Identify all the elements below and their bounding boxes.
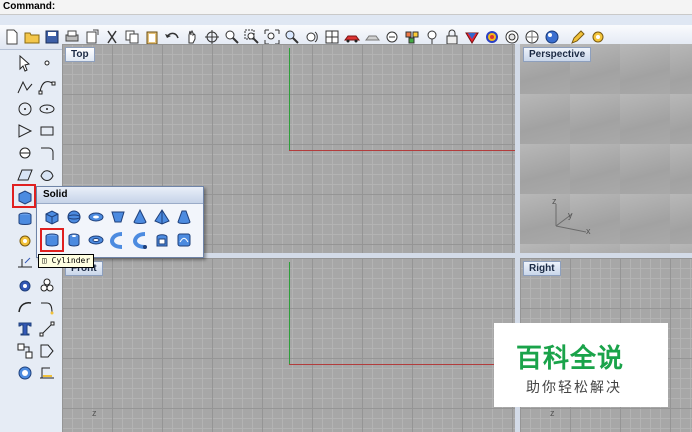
zoom-selected-icon[interactable]	[284, 29, 300, 45]
dimension-icon[interactable]	[16, 254, 34, 272]
watermark-title: 百科全说	[516, 344, 625, 374]
properties-icon[interactable]	[424, 29, 440, 45]
layout-icon[interactable]	[16, 342, 34, 360]
tooltip-cylinder-glyph: ◫	[42, 256, 52, 265]
pencil-icon[interactable]	[570, 29, 586, 45]
light-icon[interactable]	[524, 29, 540, 45]
torus-icon[interactable]	[87, 231, 105, 249]
polygon-icon[interactable]	[16, 144, 34, 162]
axis-label-x: x	[586, 226, 591, 236]
axis-label-z: z	[552, 196, 557, 206]
paraboloid-icon[interactable]	[109, 208, 127, 226]
render-tool-icon[interactable]	[16, 364, 34, 382]
grid-icon[interactable]	[324, 29, 340, 45]
ellipsoid-icon[interactable]	[87, 208, 105, 226]
curve-icon[interactable]	[38, 78, 56, 96]
sphere-icon[interactable]	[65, 208, 83, 226]
text-icon[interactable]	[16, 320, 34, 338]
shade-icon[interactable]	[464, 29, 480, 45]
cylinder-tool-icon[interactable]	[16, 210, 34, 228]
axis-label-z-front: z	[92, 408, 97, 418]
point-icon[interactable]	[38, 54, 56, 72]
rectangle-icon[interactable]	[38, 122, 56, 140]
paste-icon[interactable]	[144, 29, 160, 45]
analyze-icon[interactable]	[38, 342, 56, 360]
truncated-cone-icon[interactable]	[175, 208, 193, 226]
viewport-title-top[interactable]: Top	[65, 47, 95, 62]
watermark: 百科全说 助你轻松解决	[494, 323, 668, 407]
print-icon[interactable]	[64, 29, 80, 45]
undo-icon[interactable]	[164, 29, 180, 45]
slab-icon[interactable]	[175, 231, 193, 249]
rotate-icon[interactable]	[204, 29, 220, 45]
drafting-icon[interactable]	[38, 364, 56, 382]
boolean-icon[interactable]	[16, 276, 34, 294]
toolbar-gap	[0, 15, 692, 25]
axis-label-y: y	[568, 210, 573, 220]
pipe-icon[interactable]	[109, 231, 127, 249]
render-icon[interactable]	[484, 29, 500, 45]
cone-icon[interactable]	[131, 208, 149, 226]
zoom-icon[interactable]	[224, 29, 240, 45]
zoom-window-icon[interactable]	[244, 29, 260, 45]
extrude-icon[interactable]	[153, 231, 171, 249]
layers-icon[interactable]	[404, 29, 420, 45]
fillet-icon[interactable]	[38, 144, 56, 162]
copy-icon[interactable]	[124, 29, 140, 45]
loft-icon[interactable]	[16, 298, 34, 316]
command-prompt: Command:	[3, 1, 56, 12]
pan-icon[interactable]	[184, 29, 200, 45]
axis-label-z-right: z	[550, 408, 555, 418]
sweep-icon[interactable]	[38, 298, 56, 316]
lock-icon[interactable]	[444, 29, 460, 45]
select-icon[interactable]	[16, 54, 34, 72]
polyline-icon[interactable]	[16, 78, 34, 96]
z-axis-line	[289, 262, 290, 365]
tube-icon[interactable]	[65, 231, 83, 249]
options-icon[interactable]	[590, 29, 606, 45]
tooltip-text: Cylinder	[51, 256, 91, 265]
import-icon[interactable]	[84, 29, 100, 45]
box-icon[interactable]	[43, 208, 61, 226]
cylinder-tooltip: ◫ Cylinder	[38, 254, 95, 268]
viewport-title-perspective[interactable]: Perspective	[523, 47, 592, 62]
ellipse-icon[interactable]	[38, 100, 56, 118]
x-axis-line	[289, 150, 515, 151]
group-icon[interactable]	[38, 276, 56, 294]
pyramid-icon[interactable]	[153, 208, 171, 226]
circle-icon[interactable]	[16, 100, 34, 118]
solid-flyout-title: Solid	[43, 189, 68, 200]
variable-pipe-icon[interactable]	[131, 231, 149, 249]
zoom-extents-icon[interactable]	[264, 29, 280, 45]
rotate-view-icon[interactable]	[304, 29, 320, 45]
highlight-solid-tool	[12, 184, 36, 208]
command-bar[interactable]: Command:	[0, 0, 692, 15]
highlight-cylinder	[40, 228, 64, 252]
snap-icon[interactable]	[38, 320, 56, 338]
hide-icon[interactable]	[364, 29, 380, 45]
open-icon[interactable]	[24, 29, 40, 45]
new-icon[interactable]	[4, 29, 20, 45]
save-icon[interactable]	[44, 29, 60, 45]
car-icon[interactable]	[344, 29, 360, 45]
show-icon[interactable]	[384, 29, 400, 45]
axis-gizmo-perspective	[555, 204, 587, 233]
patch-icon[interactable]	[38, 166, 56, 184]
viewport-title-right[interactable]: Right	[523, 261, 561, 276]
cut-icon[interactable]	[104, 29, 120, 45]
y-axis-line	[289, 48, 290, 151]
viewport-front[interactable]: Front z	[62, 258, 515, 432]
watermark-subtitle: 助你轻松解决	[526, 380, 622, 396]
transform-icon[interactable]	[16, 232, 34, 250]
arc-icon[interactable]	[16, 122, 34, 140]
surface-icon[interactable]	[16, 166, 34, 184]
material-icon[interactable]	[504, 29, 520, 45]
solid-flyout-header[interactable]: Solid	[37, 187, 203, 204]
viewport-perspective[interactable]: Perspective z y x	[520, 44, 692, 253]
x-axis-line-front	[289, 364, 515, 365]
sphere-render-icon[interactable]	[544, 29, 560, 45]
